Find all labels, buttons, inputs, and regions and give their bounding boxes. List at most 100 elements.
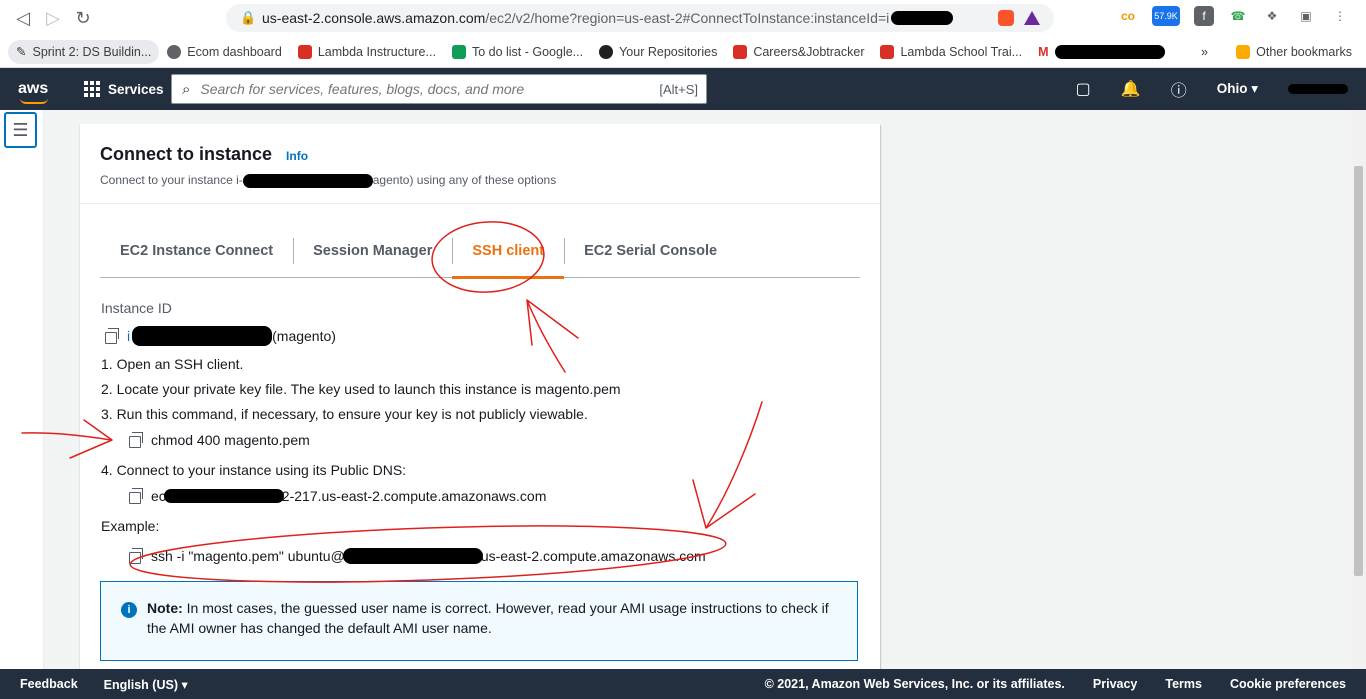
help-icon[interactable]: ⓘ (1171, 77, 1187, 101)
hamburger-menu-icon[interactable]: ☰ (4, 112, 37, 148)
chmod-command: chmod 400 magento.pem (151, 432, 310, 448)
example-suffix: us-east-2.compute.amazonaws.com (480, 548, 706, 564)
bookmark-item[interactable]: M (1030, 44, 1172, 59)
puzzle-icon[interactable]: ❖ (1262, 6, 1282, 26)
redacted-host (342, 548, 483, 564)
card-header: Connect to instance Info Connect to your… (80, 124, 880, 204)
globe-icon (167, 44, 182, 59)
example-command: ssh -i "magento.pem" ubuntu@ (151, 548, 345, 564)
bookmark-item[interactable]: Your Repositories (591, 44, 725, 59)
reload-icon[interactable]: ↻ (68, 3, 98, 33)
example-row: ssh -i "magento.pem" ubuntu@ us-east-2.c… (129, 544, 861, 568)
step-3: 3. Run this command, if necessary, to en… (101, 406, 588, 422)
folder-icon (1236, 44, 1251, 59)
copy-icon[interactable] (129, 487, 143, 504)
side-nav-strip (0, 110, 44, 669)
bookmark-label: To do list - Google... (471, 44, 584, 59)
region-selector[interactable]: Ohio ▾ (1217, 81, 1258, 97)
brave-rewards-icon[interactable] (1024, 11, 1040, 25)
ssh-client-panel: Instance ID i (magento) 1. Open an SSH c… (101, 300, 861, 568)
url-path: /ec2/v2/home?region=us-east-2#ConnectToI… (485, 10, 890, 26)
bookmark-label: Careers&Jobtracker (753, 44, 865, 59)
info-link[interactable]: Info (286, 149, 308, 163)
aws-footer: Feedback English (US) ▾ © 2021, Amazon W… (0, 669, 1366, 699)
tab-ssh-client[interactable]: SSH client (452, 224, 564, 279)
terms-link[interactable]: Terms (1165, 677, 1202, 691)
footer-links: © 2021, Amazon Web Services, Inc. or its… (765, 677, 1346, 691)
language-selector[interactable]: English (US) ▾ (104, 677, 188, 692)
connect-card: Connect to instance Info Connect to your… (80, 124, 880, 669)
bookmark-item[interactable]: Careers&Jobtracker (725, 44, 872, 59)
services-menu[interactable]: Services (84, 81, 164, 97)
extension-co-icon[interactable]: co (1118, 6, 1138, 26)
sheets-icon (451, 44, 466, 59)
dns-row: ec 2-217.us-east-2.compute.amazonaws.com (129, 483, 861, 509)
browser-toolbar: ◁ ▷ ↻ ☐ 🔒 us-east-2.console.aws.amazon.c… (0, 0, 1366, 36)
tab-session-manager[interactable]: Session Manager (293, 224, 452, 277)
bookmark-item[interactable]: To do list - Google... (444, 44, 591, 59)
github-icon (599, 44, 614, 59)
scrollbar-thumb[interactable] (1354, 166, 1363, 576)
lambda-shield-icon (297, 44, 312, 59)
cookie-preferences-link[interactable]: Cookie preferences (1230, 677, 1346, 691)
search-icon: ⌕ (182, 80, 191, 98)
pen-icon: ✎ (16, 45, 27, 59)
search-shortcut: [Alt+S] (659, 81, 698, 97)
address-bar[interactable]: 🔒 us-east-2.console.aws.amazon.com /ec2/… (226, 4, 1054, 32)
phone-icon[interactable]: ☎ (1228, 6, 1248, 26)
bookmark-item[interactable]: Ecom dashboard (159, 44, 290, 59)
page-title: Connect to instance Info (100, 144, 309, 164)
dns-suffix: 2-217.us-east-2.compute.amazonaws.com (281, 488, 547, 504)
note-alert: i Note: In most cases, the guessed user … (100, 581, 858, 661)
aws-smile-icon (20, 98, 48, 104)
privacy-link[interactable]: Privacy (1093, 677, 1137, 691)
bookmark-label: Lambda School Trai... (900, 44, 1023, 59)
back-icon[interactable]: ◁ (8, 3, 38, 33)
redacted-dns (163, 489, 284, 503)
instance-id-link[interactable]: i (127, 328, 130, 344)
cloudshell-icon[interactable]: ▢ (1076, 79, 1091, 99)
bell-icon[interactable]: 🔔 (1121, 79, 1141, 99)
chmod-row: chmod 400 magento.pem (129, 427, 861, 453)
search-input[interactable] (200, 81, 660, 97)
tab-ec2-serial-console[interactable]: EC2 Serial Console (564, 224, 737, 277)
bookmark-label: Ecom dashboard (187, 44, 282, 59)
other-bookmarks[interactable]: Other bookmarks (1228, 44, 1360, 59)
copy-icon[interactable] (129, 547, 143, 564)
bookmarks-overflow-button[interactable]: » (1193, 45, 1216, 59)
aws-top-nav: aws Services ⌕ [Alt+S] ▢ 🔔 ⓘ Ohio ▾ (0, 68, 1366, 110)
wallet-icon[interactable]: ▣ (1296, 6, 1316, 26)
instance-id-label: Instance ID (101, 300, 172, 316)
aws-nav-right: ▢ 🔔 ⓘ Ohio ▾ (1076, 68, 1348, 110)
account-menu-redacted[interactable] (1288, 84, 1348, 94)
aws-search[interactable]: ⌕ [Alt+S] (171, 74, 707, 104)
page-scrollbar[interactable] (1351, 110, 1366, 669)
extension-badge-icon[interactable]: 57.9K (1152, 6, 1180, 26)
bookmark-item[interactable]: Lambda Instructure... (290, 44, 444, 59)
lambda-shield-icon (733, 44, 748, 59)
menu-dots-icon[interactable]: ⋮ (1330, 6, 1350, 26)
card-subtitle: Connect to your instance i-agento) using… (100, 173, 557, 188)
copy-icon[interactable] (105, 327, 119, 344)
extensions-bar: co 57.9K f ☎ ❖ ▣ ⋮ (1118, 6, 1350, 26)
bookmarks-bar: ✎ Sprint 2: DS Buildin... Ecom dashboard… (0, 36, 1366, 68)
bookmark-item[interactable]: Lambda School Trai... (872, 44, 1030, 59)
brave-shield-icon[interactable] (998, 10, 1014, 26)
step-4: 4. Connect to your instance using its Pu… (101, 462, 407, 478)
example-label: Example: (101, 518, 160, 534)
aws-logo[interactable]: aws (18, 80, 50, 104)
copy-icon[interactable] (129, 431, 143, 448)
copyright-text: © 2021, Amazon Web Services, Inc. or its… (764, 677, 1065, 691)
page-content: ☰ Connect to instance Info Connect to yo… (0, 110, 1366, 669)
instance-name: (magento) (272, 328, 336, 344)
tab-ec2-instance-connect[interactable]: EC2 Instance Connect (100, 224, 293, 277)
info-circle-icon: i (121, 602, 137, 618)
instance-id-row: i (magento) (105, 326, 861, 346)
redacted-instance-id (132, 326, 273, 346)
bookmark-item[interactable]: ✎ Sprint 2: DS Buildin... (8, 39, 160, 64)
facebook-icon[interactable]: f (1194, 6, 1214, 26)
gmail-icon: M (1038, 44, 1049, 59)
forward-icon[interactable]: ▷ (38, 3, 68, 33)
bookmark-label: Your Repositories (619, 44, 718, 59)
feedback-link[interactable]: Feedback (20, 677, 78, 691)
